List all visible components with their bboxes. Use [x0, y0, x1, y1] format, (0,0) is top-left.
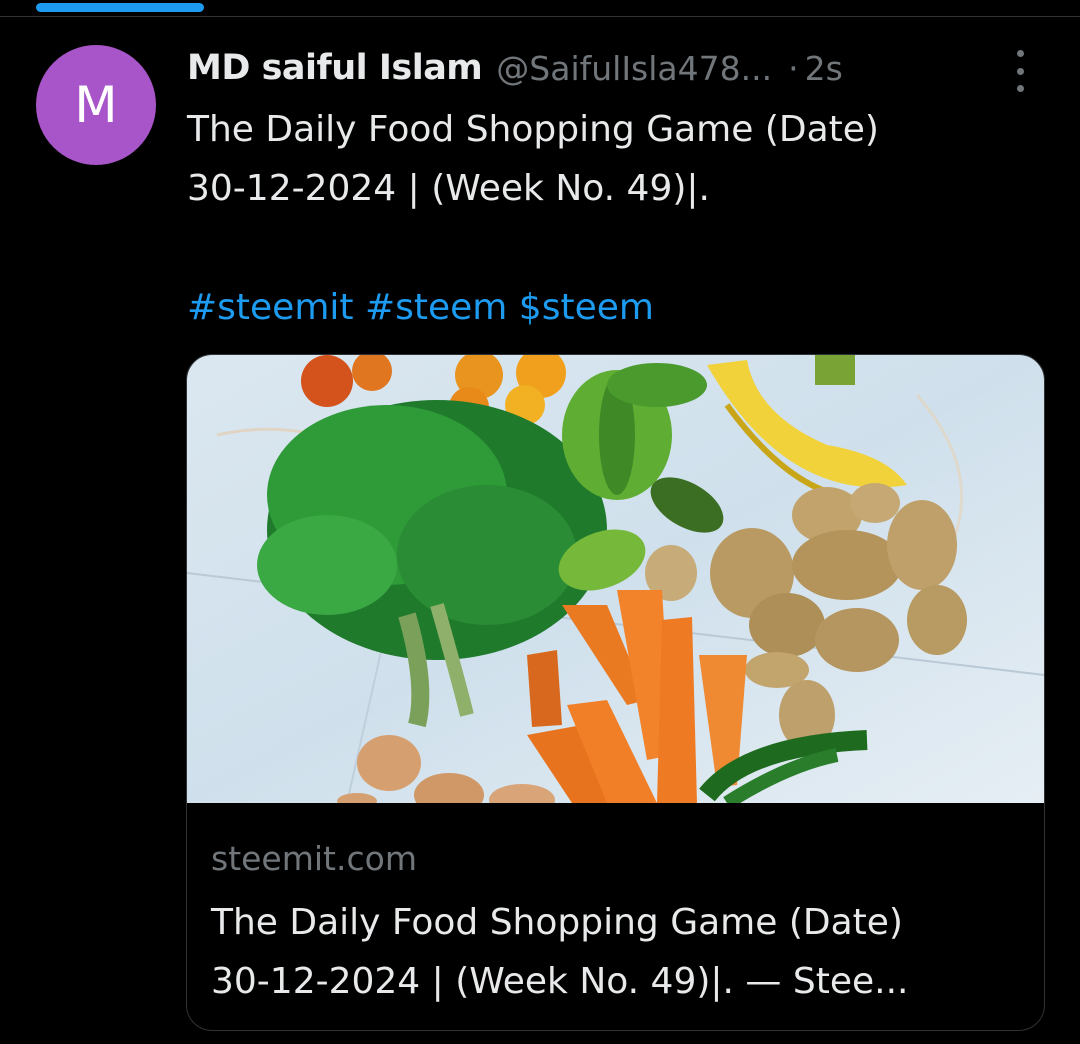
- avatar[interactable]: M: [36, 45, 156, 165]
- link-card[interactable]: steemit.com The Daily Food Shopping Game…: [186, 354, 1045, 1031]
- tweet-header: MD saiful Islam @SaifulIsla478... · 2s: [187, 44, 843, 92]
- tweet-text: The Daily Food Shopping Game (Date) 30-1…: [187, 100, 1047, 218]
- link-card-image: [187, 355, 1044, 803]
- link-card-title[interactable]: The Daily Food Shopping Game (Date) 30-1…: [211, 893, 1011, 1011]
- link-card-title-line: The Daily Food Shopping Game (Date): [211, 902, 903, 943]
- tweet-text-line: 30-12-2024 | (Week No. 49)|.: [187, 168, 710, 209]
- author-name[interactable]: MD saiful Islam: [187, 48, 483, 88]
- tweet-text-line: The Daily Food Shopping Game (Date): [187, 109, 879, 150]
- link-card-domain[interactable]: steemit.com: [211, 839, 417, 878]
- author-handle[interactable]: @SaifulIsla478...: [496, 49, 772, 88]
- avatar-letter: M: [74, 76, 118, 134]
- loading-progress-bar: [36, 3, 204, 12]
- link-card-title-line: 30-12-2024 | (Week No. 49)|. — Stee...: [211, 961, 909, 1002]
- more-vertical-icon[interactable]: [1008, 50, 1032, 92]
- hashtags[interactable]: #steemit #steem $steem: [187, 280, 654, 336]
- separator-dot: ·: [788, 48, 799, 88]
- timestamp[interactable]: 2s: [805, 49, 843, 88]
- loading-track: [0, 0, 1080, 17]
